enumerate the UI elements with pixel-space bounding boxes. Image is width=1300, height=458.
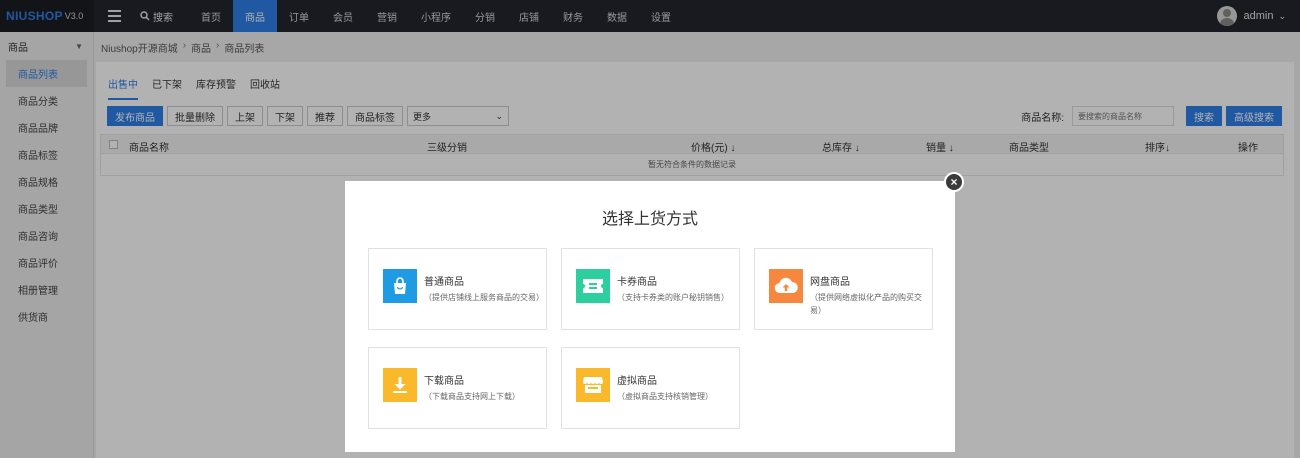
option-download-goods[interactable]: 下载商品 （下载商品支持网上下载） [368,347,547,429]
option-name: 下载商品 [424,376,464,387]
option-voucher-goods[interactable]: 卡券商品 （支持卡券类的账户秘钥销售） [561,248,740,330]
option-virtual-goods[interactable]: 虚拟商品 （虚拟商品支持核销管理） [561,347,740,429]
option-desc: （支持卡券类的账户秘钥销售） [617,293,729,302]
modal-title: 选择上货方式 [601,211,698,228]
shopping-bag-icon [383,269,417,303]
option-name: 网盘商品 [810,277,850,288]
option-name: 普通商品 [424,277,464,288]
option-normal-goods[interactable]: 普通商品 （提供店铺线上服务商品的交易） [368,248,547,330]
option-desc: （提供网络虚拟化产品的购买交易） [810,293,922,315]
goods-type-modal: 选择上货方式 普通商品 （提供店铺线上服务商品的交易） 卡券商品 （支持卡券类的… [345,181,955,452]
option-name: 卡券商品 [617,277,657,288]
option-desc: （提供店铺线上服务商品的交易） [424,293,544,302]
option-name: 虚拟商品 [617,376,657,387]
store-icon [576,368,610,402]
ticket-icon [576,269,610,303]
close-icon[interactable]: × [944,172,964,192]
download-icon [383,368,417,402]
option-desc: （下载商品支持网上下载） [424,392,520,401]
cloud-upload-icon [769,269,803,303]
option-desc: （虚拟商品支持核销管理） [617,392,713,401]
option-netdisk-goods[interactable]: 网盘商品 （提供网络虚拟化产品的购买交易） [754,248,933,330]
